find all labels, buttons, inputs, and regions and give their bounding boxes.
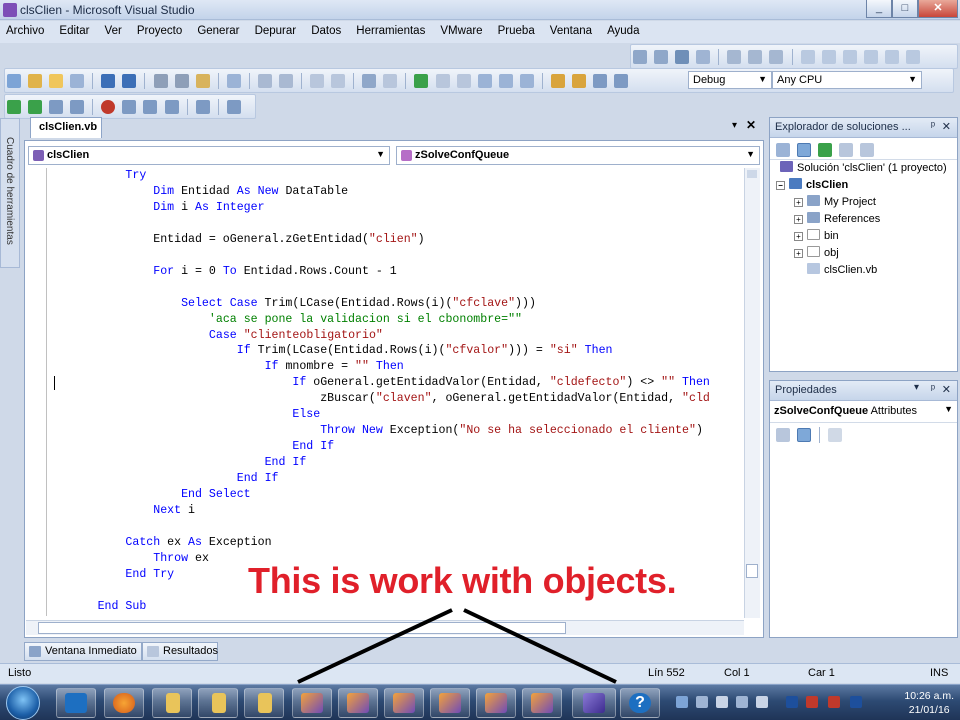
signal-tray-icon[interactable]: [756, 696, 768, 708]
taskbar-vs-6[interactable]: [522, 688, 562, 718]
taskbar-vs-2[interactable]: [338, 688, 378, 718]
taskbar-firefox[interactable]: [104, 688, 144, 718]
taskbar-folder-1[interactable]: [152, 688, 192, 718]
taskbar-folder-3[interactable]: [244, 688, 284, 718]
display-tray-icon[interactable]: [696, 696, 708, 708]
folder-icon: [258, 693, 272, 713]
clock-time: 10:26 a.m.: [904, 690, 954, 702]
folder-icon: [212, 693, 226, 713]
firefox-icon: [113, 693, 135, 713]
system-clock[interactable]: 10:26 a.m. 21/01/16: [904, 689, 954, 717]
taskbar-help[interactable]: ?: [620, 688, 660, 718]
taskbar-vs-5[interactable]: [476, 688, 516, 718]
volume-tray-icon[interactable]: [716, 696, 728, 708]
taskbar-vs-1[interactable]: [292, 688, 332, 718]
folder-icon: [166, 693, 180, 713]
power-tray-icon[interactable]: [736, 696, 748, 708]
arrow-right-line: [463, 608, 617, 684]
taskbar-hyper-v[interactable]: [56, 688, 96, 718]
visual-studio-icon: [393, 693, 415, 713]
annotation-arrows: [297, 608, 617, 684]
arrow-left-line: [297, 608, 453, 684]
visual-studio-icon: [583, 693, 605, 713]
zoom-tray-icon[interactable]: [786, 696, 798, 708]
taskbar-vs-4[interactable]: [430, 688, 470, 718]
network-tray-icon[interactable]: [676, 696, 688, 708]
visual-studio-icon: [531, 693, 553, 713]
visual-studio-icon: [485, 693, 507, 713]
hyper-v-icon: [65, 693, 87, 713]
clock-date: 21/01/16: [908, 704, 950, 716]
help-icon: ?: [629, 693, 651, 713]
windows-taskbar: ? 10:26 a.m. 21/01/16: [0, 684, 960, 720]
taskbar-folder-2[interactable]: [198, 688, 238, 718]
windows-start-icon[interactable]: [6, 686, 40, 720]
app-tray-icon[interactable]: [850, 696, 862, 708]
taskbar-vs-2010[interactable]: [572, 688, 616, 718]
visual-studio-icon: [301, 693, 323, 713]
antivirus-tray-icon[interactable]: [828, 696, 840, 708]
visual-studio-icon: [439, 693, 461, 713]
taskbar-vs-3[interactable]: [384, 688, 424, 718]
visual-studio-icon: [347, 693, 369, 713]
security-tray-icon[interactable]: [806, 696, 818, 708]
